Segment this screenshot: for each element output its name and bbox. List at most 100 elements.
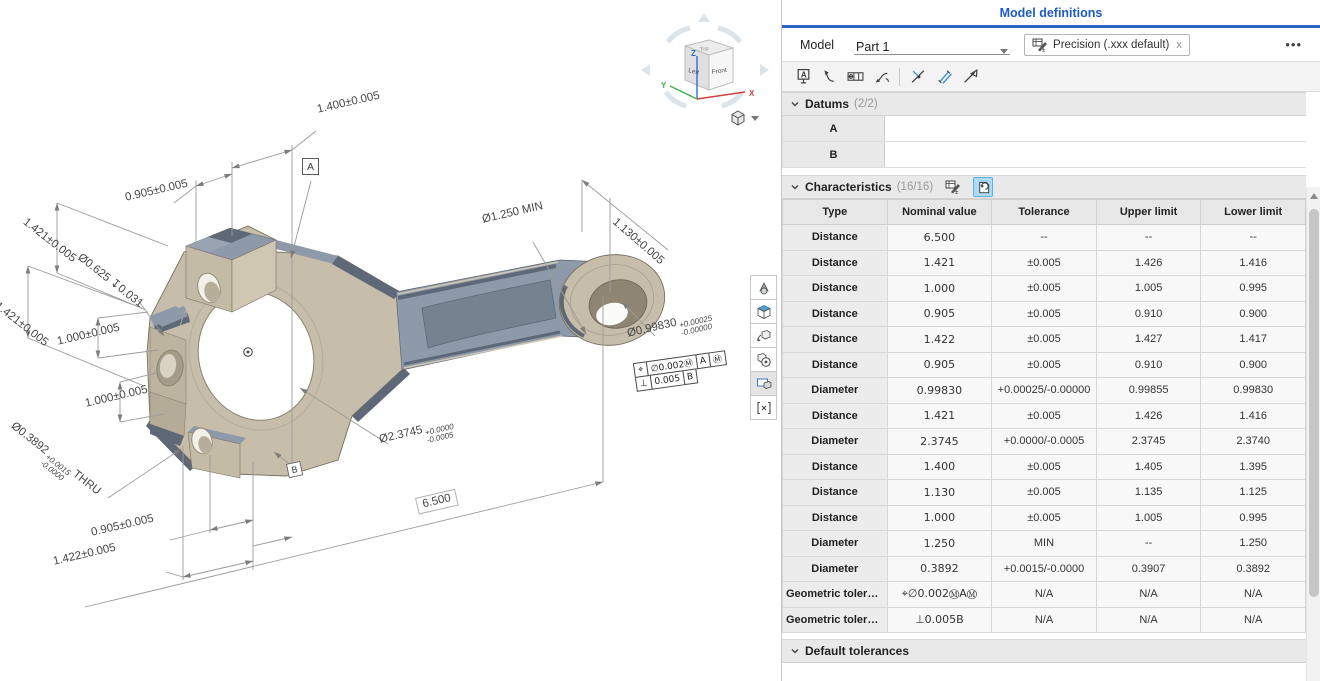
cell: N/A <box>1201 582 1306 608</box>
cell: 0.995 <box>1201 276 1306 302</box>
cell: 0.99830 <box>1201 378 1306 404</box>
characteristic-row[interactable]: Distance1.000±0.0051.0050.995 <box>783 505 1306 531</box>
cell: 1.405 <box>1096 454 1201 480</box>
view-settings-button[interactable] <box>728 108 759 128</box>
cell: 1.421 <box>887 250 992 276</box>
parallel-dimension-button[interactable] <box>931 64 957 89</box>
cell: MIN <box>992 531 1097 557</box>
precision-icon: ± <box>1032 37 1048 53</box>
column-header[interactable]: Upper limit <box>1096 200 1201 225</box>
characteristic-row[interactable]: Distance1.000±0.0051.0050.995 <box>783 276 1306 302</box>
characteristics-table: TypeNominal valueToleranceUpper limitLow… <box>782 199 1306 633</box>
cell: ±0.005 <box>992 480 1097 506</box>
app-window: Top Left Front Z X Y <box>0 0 1320 681</box>
leader-dimension-button[interactable] <box>816 64 842 89</box>
axis-z-label: Z <box>691 49 696 58</box>
cell: Distance <box>783 480 888 506</box>
characteristic-row[interactable]: Diameter2.3745+0.0000/-0.00052.37452.374… <box>783 429 1306 455</box>
characteristic-row[interactable]: Distance0.905±0.0050.9100.900 <box>783 352 1306 378</box>
scroll-up-button[interactable] <box>1307 189 1320 203</box>
datum-a-label[interactable]: A <box>302 158 319 175</box>
characteristic-row[interactable]: Diameter1.250MIN--1.250 <box>783 531 1306 557</box>
datums-section-header[interactable]: Datums (2/2) <box>782 92 1306 116</box>
cell: Diameter <box>783 378 888 404</box>
cell: 1.250 <box>1201 531 1306 557</box>
svg-text:±: ± <box>955 190 959 195</box>
cell: 0.905 <box>887 352 992 378</box>
characteristic-row[interactable]: Distance1.422±0.0051.4271.417 <box>783 327 1306 353</box>
default-tolerances-section-header[interactable]: Default tolerances <box>782 639 1306 663</box>
pmi-toolbar: A <box>782 61 1320 92</box>
characteristic-row[interactable]: Distance1.421±0.0051.4261.416 <box>783 403 1306 429</box>
characteristic-row[interactable]: Diameter0.99830+0.00025/-0.000000.998550… <box>783 378 1306 404</box>
characteristic-row[interactable]: Geometric toleran...⌖∅0.002ⓂAⓂN/AN/AN/A <box>783 582 1306 608</box>
fcf-modifier: Ⓜ <box>708 350 727 367</box>
direction-annotation-button[interactable] <box>957 64 983 89</box>
leader-dimension-icon <box>821 68 838 85</box>
datums-list: AB <box>782 116 1306 168</box>
characteristic-row[interactable]: Distance1.130±0.0051.1351.125 <box>783 480 1306 506</box>
annotation-code-button[interactable] <box>750 395 777 420</box>
viewcube-top-label[interactable]: Top <box>699 46 709 53</box>
shaded-view-button[interactable] <box>750 299 777 324</box>
cell: ±0.005 <box>992 352 1097 378</box>
precision-settings-button[interactable]: ± <box>943 177 963 197</box>
characteristic-row[interactable]: Distance6.500------ <box>783 225 1306 251</box>
model-viewport[interactable]: Top Left Front Z X Y <box>0 0 781 681</box>
precision-chip[interactable]: ± Precision (.xxx default) x <box>1024 34 1190 56</box>
intersection-dimension-button[interactable] <box>905 64 931 89</box>
characteristic-row[interactable]: Distance1.400±0.0051.4051.395 <box>783 454 1306 480</box>
intersection-dimension-icon <box>910 68 927 85</box>
parallel-dimension-icon <box>936 68 953 85</box>
datum-row[interactable]: B <box>782 142 1306 168</box>
feature-control-frame-button[interactable] <box>842 64 868 89</box>
column-header[interactable]: Type <box>783 200 888 225</box>
characteristic-row[interactable]: Distance0.905±0.0050.9100.900 <box>783 301 1306 327</box>
column-header[interactable]: Tolerance <box>992 200 1097 225</box>
overflow-menu-button[interactable]: ••• <box>1281 37 1306 52</box>
cell: 0.900 <box>1201 301 1306 327</box>
cell: Distance <box>783 225 888 251</box>
characteristic-row[interactable]: Diameter0.3892+0.0015/-0.00000.39070.389… <box>783 556 1306 582</box>
datum-b-label[interactable]: B <box>286 461 303 478</box>
cell: ±0.005 <box>992 250 1097 276</box>
tab-model-definitions[interactable]: Model definitions <box>1000 6 1103 20</box>
screen-cube-icon <box>756 376 772 392</box>
characteristic-row[interactable]: Distance1.421±0.0051.4261.416 <box>783 250 1306 276</box>
datum-row[interactable]: A <box>782 116 1306 142</box>
panel-tab-bar: Model definitions <box>782 0 1320 28</box>
datum-annotation-button[interactable]: A <box>790 64 816 89</box>
view-cube[interactable]: Top Left Front Z X Y <box>641 13 769 106</box>
axis-y-label: Y <box>661 81 667 90</box>
datum-row-body <box>885 116 1306 141</box>
view-orientation-button[interactable] <box>750 347 777 372</box>
cell: Distance <box>783 352 888 378</box>
characteristic-row[interactable]: Geometric toleran...⊥0.005BN/AN/AN/A <box>783 607 1306 633</box>
scrollbar-thumb[interactable] <box>1309 209 1319 597</box>
cell: 2.3745 <box>887 429 992 455</box>
bent-leader-note-button[interactable] <box>868 64 894 89</box>
column-header[interactable]: Nominal value <box>887 200 992 225</box>
caret-down-icon <box>751 116 759 121</box>
cell: -- <box>1201 225 1306 251</box>
cell: Distance <box>783 505 888 531</box>
cell: ⌖∅0.002ⓂAⓂ <box>887 582 992 608</box>
column-header[interactable]: Lower limit <box>1201 200 1306 225</box>
rotate-view-button[interactable] <box>750 323 777 348</box>
cell: 0.995 <box>1201 505 1306 531</box>
cell: 1.000 <box>887 505 992 531</box>
model-select[interactable]: Part 1 <box>854 35 1010 55</box>
default-tolerances-title: Default tolerances <box>805 644 909 658</box>
export-characteristics-button[interactable] <box>973 177 993 197</box>
cell: 0.99830 <box>887 378 992 404</box>
section-view-button[interactable] <box>750 275 777 300</box>
panel-scrollbar[interactable] <box>1306 187 1320 681</box>
characteristics-section-header[interactable]: Characteristics (16/16) ± <box>782 175 1306 199</box>
cell: 1.005 <box>1096 505 1201 531</box>
cell: 1.135 <box>1096 480 1201 506</box>
cell: 1.426 <box>1096 250 1201 276</box>
cell: 2.3745 <box>1096 429 1201 455</box>
cell: +0.0015/-0.0000 <box>992 556 1097 582</box>
display-state-button[interactable] <box>750 371 777 396</box>
chip-close-button[interactable]: x <box>1176 39 1182 51</box>
